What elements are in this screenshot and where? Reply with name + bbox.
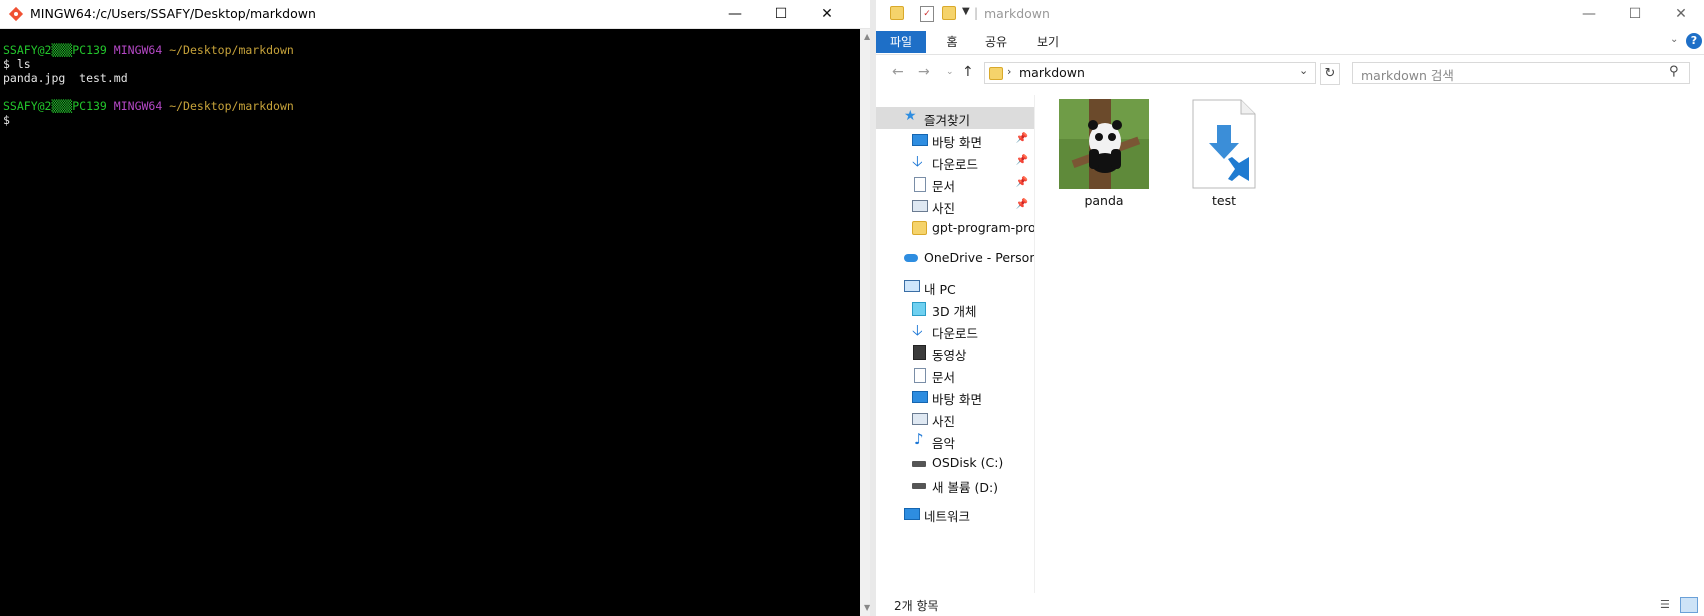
download-icon: 🡣 xyxy=(912,321,923,339)
search-icon[interactable]: ⚲ xyxy=(1669,64,1679,79)
pin-icon: 📌 xyxy=(1015,177,1028,188)
drive-icon xyxy=(912,461,926,467)
prompt-line: SSAFY@2▒▒▒PC139 MINGW64 ~/Desktop/markdo… xyxy=(3,43,294,57)
file-list: panda test xyxy=(1040,95,1704,593)
nav-item-volume-d[interactable]: 새 볼륨 (D:) xyxy=(876,474,1034,496)
network-icon xyxy=(904,508,920,520)
title-separator: | xyxy=(974,6,979,20)
minimize-button[interactable]: — xyxy=(1566,0,1612,28)
nav-item-downloads[interactable]: 🡣 다운로드 📌 xyxy=(876,151,1034,173)
nav-item-quick-access[interactable]: ★ 즐겨찾기 xyxy=(876,107,1034,129)
pin-icon: 📌 xyxy=(1015,133,1028,144)
nav-item-pictures[interactable]: 사진 📌 xyxy=(876,195,1034,217)
command-line: $ xyxy=(3,113,10,127)
back-button[interactable]: ← xyxy=(892,64,904,80)
close-button[interactable]: ✕ xyxy=(1658,0,1704,28)
nav-item-onedrive[interactable]: OneDrive - Personal xyxy=(876,247,1034,269)
desktop-icon xyxy=(912,391,928,403)
document-icon xyxy=(914,177,926,192)
refresh-button[interactable]: ↻ xyxy=(1320,63,1340,85)
tab-view[interactable]: 보기 xyxy=(1028,31,1068,53)
folder-icon xyxy=(989,67,1003,80)
nav-item-documents[interactable]: 문서 📌 xyxy=(876,173,1034,195)
command-line: $ ls xyxy=(3,57,31,71)
download-icon: 🡣 xyxy=(912,152,923,170)
drive-icon xyxy=(912,483,926,489)
forward-button[interactable]: → xyxy=(918,64,930,80)
properties-icon[interactable]: ✓ xyxy=(920,6,934,22)
status-bar: 2개 항목 ☰ xyxy=(876,596,1704,616)
output-line: panda.jpg test.md xyxy=(3,71,128,85)
breadcrumb: markdown xyxy=(1019,65,1085,80)
terminal-title-bar[interactable]: MINGW64:/c/Users/SSAFY/Desktop/markdown … xyxy=(0,0,876,29)
ribbon-tabs: 파일 홈 공유 보기 ⌄ ? xyxy=(876,28,1704,55)
nav-item-downloads-pc[interactable]: 🡣 다운로드 xyxy=(876,320,1034,342)
git-bash-icon xyxy=(8,6,24,22)
folder-icon xyxy=(890,6,904,20)
file-item-test[interactable]: test xyxy=(1174,99,1274,208)
nav-item-videos[interactable]: 동영상 xyxy=(876,342,1034,364)
new-folder-icon[interactable] xyxy=(942,6,956,20)
explorer-title-bar[interactable]: ✓ ▼ | markdown — ☐ ✕ xyxy=(876,0,1704,28)
pictures-icon xyxy=(912,413,928,425)
address-bar-row: ← → ⌄ ↑ › markdown ⌄ ↻ markdown 검색 ⚲ xyxy=(876,55,1704,89)
customize-toolbar-icon[interactable]: ▼ xyxy=(962,6,970,17)
explorer-title: markdown xyxy=(984,6,1050,21)
minimize-button[interactable]: — xyxy=(712,0,758,28)
close-button[interactable]: ✕ xyxy=(804,0,850,28)
file-item-panda[interactable]: panda xyxy=(1054,99,1154,208)
tab-home[interactable]: 홈 xyxy=(932,31,972,53)
expand-ribbon-icon[interactable]: ⌄ xyxy=(1670,34,1678,45)
tab-share[interactable]: 공유 xyxy=(976,31,1016,53)
details-view-button[interactable]: ☰ xyxy=(1660,598,1676,612)
star-icon: ★ xyxy=(904,108,917,124)
pc-icon xyxy=(904,280,920,292)
nav-item-documents-pc[interactable]: 문서 xyxy=(876,364,1034,386)
item-count: 2개 항목 xyxy=(894,599,939,613)
recent-locations-icon[interactable]: ⌄ xyxy=(946,67,954,77)
prompt-line: SSAFY@2▒▒▒PC139 MINGW64 ~/Desktop/markdo… xyxy=(3,99,294,113)
address-field[interactable]: › markdown ⌄ xyxy=(984,62,1316,84)
nav-item-gpt-folder[interactable]: gpt-program-probl xyxy=(876,217,1034,239)
nav-item-this-pc[interactable]: 내 PC xyxy=(876,276,1034,298)
large-icons-view-button[interactable] xyxy=(1680,597,1698,613)
video-icon xyxy=(913,345,926,360)
nav-item-desktop-pc[interactable]: 바탕 화면 xyxy=(876,386,1034,408)
navigation-pane: ★ 즐겨찾기 바탕 화면 📌 🡣 다운로드 📌 문서 📌 사진 📌 gpt-pr… xyxy=(876,95,1035,593)
markdown-file-icon xyxy=(1189,99,1259,189)
3d-objects-icon xyxy=(912,302,926,316)
help-icon[interactable]: ? xyxy=(1686,33,1702,49)
terminal-title: MINGW64:/c/Users/SSAFY/Desktop/markdown xyxy=(30,6,316,21)
search-field[interactable]: markdown 검색 ⚲ xyxy=(1352,62,1690,84)
search-placeholder: markdown 검색 xyxy=(1361,68,1454,83)
nav-item-desktop[interactable]: 바탕 화면 📌 xyxy=(876,129,1034,151)
file-name: panda xyxy=(1084,193,1124,208)
nav-item-pictures-pc[interactable]: 사진 xyxy=(876,408,1034,430)
pin-icon: 📌 xyxy=(1015,199,1028,210)
file-name: test xyxy=(1211,193,1236,208)
nav-item-music[interactable]: ♪ 음악 xyxy=(876,430,1034,452)
nav-item-osdisk[interactable]: OSDisk (C:) xyxy=(876,452,1034,474)
desktop-icon xyxy=(912,134,928,146)
up-button[interactable]: ↑ xyxy=(962,64,974,80)
pin-icon: 📌 xyxy=(1015,155,1028,166)
music-icon: ♪ xyxy=(914,430,924,448)
panda-thumbnail-icon xyxy=(1059,99,1149,189)
pictures-icon xyxy=(912,200,928,212)
maximize-button[interactable]: ☐ xyxy=(758,0,804,28)
terminal-output[interactable]: SSAFY@2▒▒▒PC139 MINGW64 ~/Desktop/markdo… xyxy=(0,29,860,616)
address-dropdown-icon[interactable]: ⌄ xyxy=(1299,64,1308,77)
document-icon xyxy=(914,368,926,383)
breadcrumb-separator-icon: › xyxy=(1007,65,1012,78)
cloud-icon xyxy=(904,254,918,262)
nav-item-network[interactable]: 네트워크 xyxy=(876,503,1034,525)
tab-file[interactable]: 파일 xyxy=(876,31,926,53)
nav-item-3d-objects[interactable]: 3D 개체 xyxy=(876,298,1034,320)
folder-icon xyxy=(912,221,927,235)
maximize-button[interactable]: ☐ xyxy=(1612,0,1658,28)
